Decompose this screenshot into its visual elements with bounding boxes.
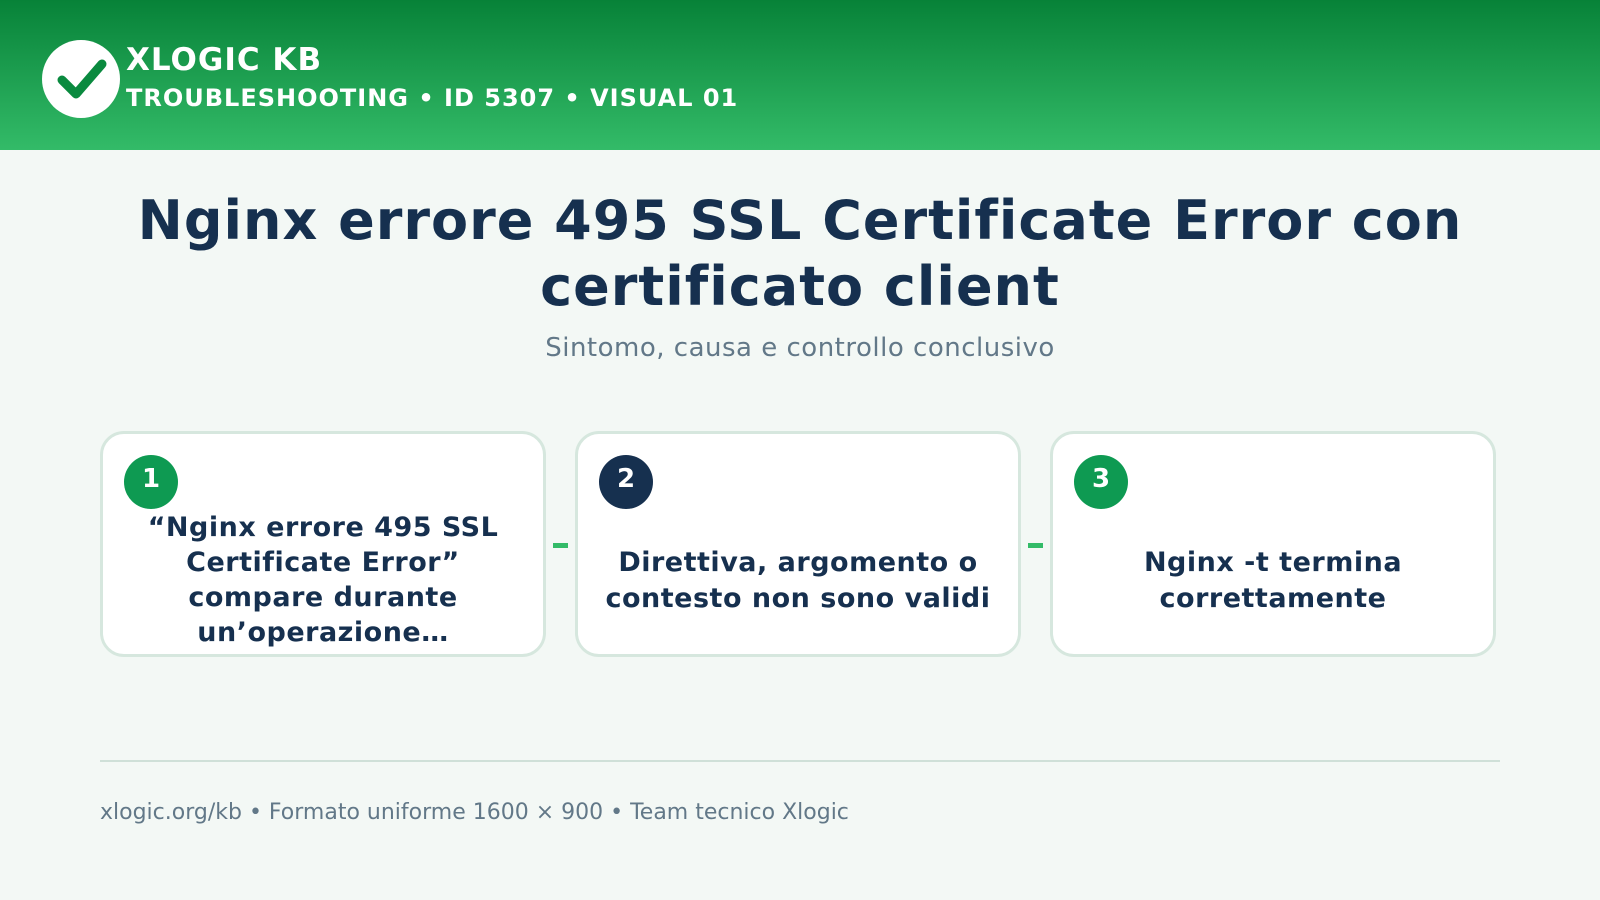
step-card-1: 1 “Nginx errore 495 SSL Certificate Erro…: [100, 431, 546, 657]
step-description: “Nginx errore 495 SSL Certificate Error”…: [147, 512, 499, 648]
step-number-badge: 2: [599, 455, 653, 509]
article-meta: TROUBLESHOOTING • ID 5307 • VISUAL 01: [126, 84, 739, 112]
step-number-badge: 3: [1074, 455, 1128, 509]
step-connector: [1028, 543, 1043, 548]
step-card-2: 2 Direttiva, argomento o contesto non so…: [575, 431, 1021, 657]
header-banner: XLOGIC KB TROUBLESHOOTING • ID 5307 • VI…: [0, 0, 1600, 150]
brand-name: XLOGIC KB: [126, 42, 323, 78]
step-description: Nginx -t termina correttamente: [1143, 547, 1403, 614]
footer-text: xlogic.org/kb • Formato uniforme 1600 × …: [100, 800, 849, 825]
page-subtitle: Sintomo, causa e controllo conclusivo: [545, 333, 1055, 363]
step-number-badge: 1: [124, 455, 178, 509]
page-title: Nginx errore 495 SSL Certificate Error c…: [137, 189, 1463, 318]
footer-divider: [100, 760, 1500, 762]
step-connector: [553, 543, 568, 548]
step-description: Direttiva, argomento o contesto non sono…: [605, 547, 991, 614]
check-icon: [42, 40, 120, 118]
step-card-3: 3 Nginx -t termina correttamente: [1050, 431, 1496, 657]
